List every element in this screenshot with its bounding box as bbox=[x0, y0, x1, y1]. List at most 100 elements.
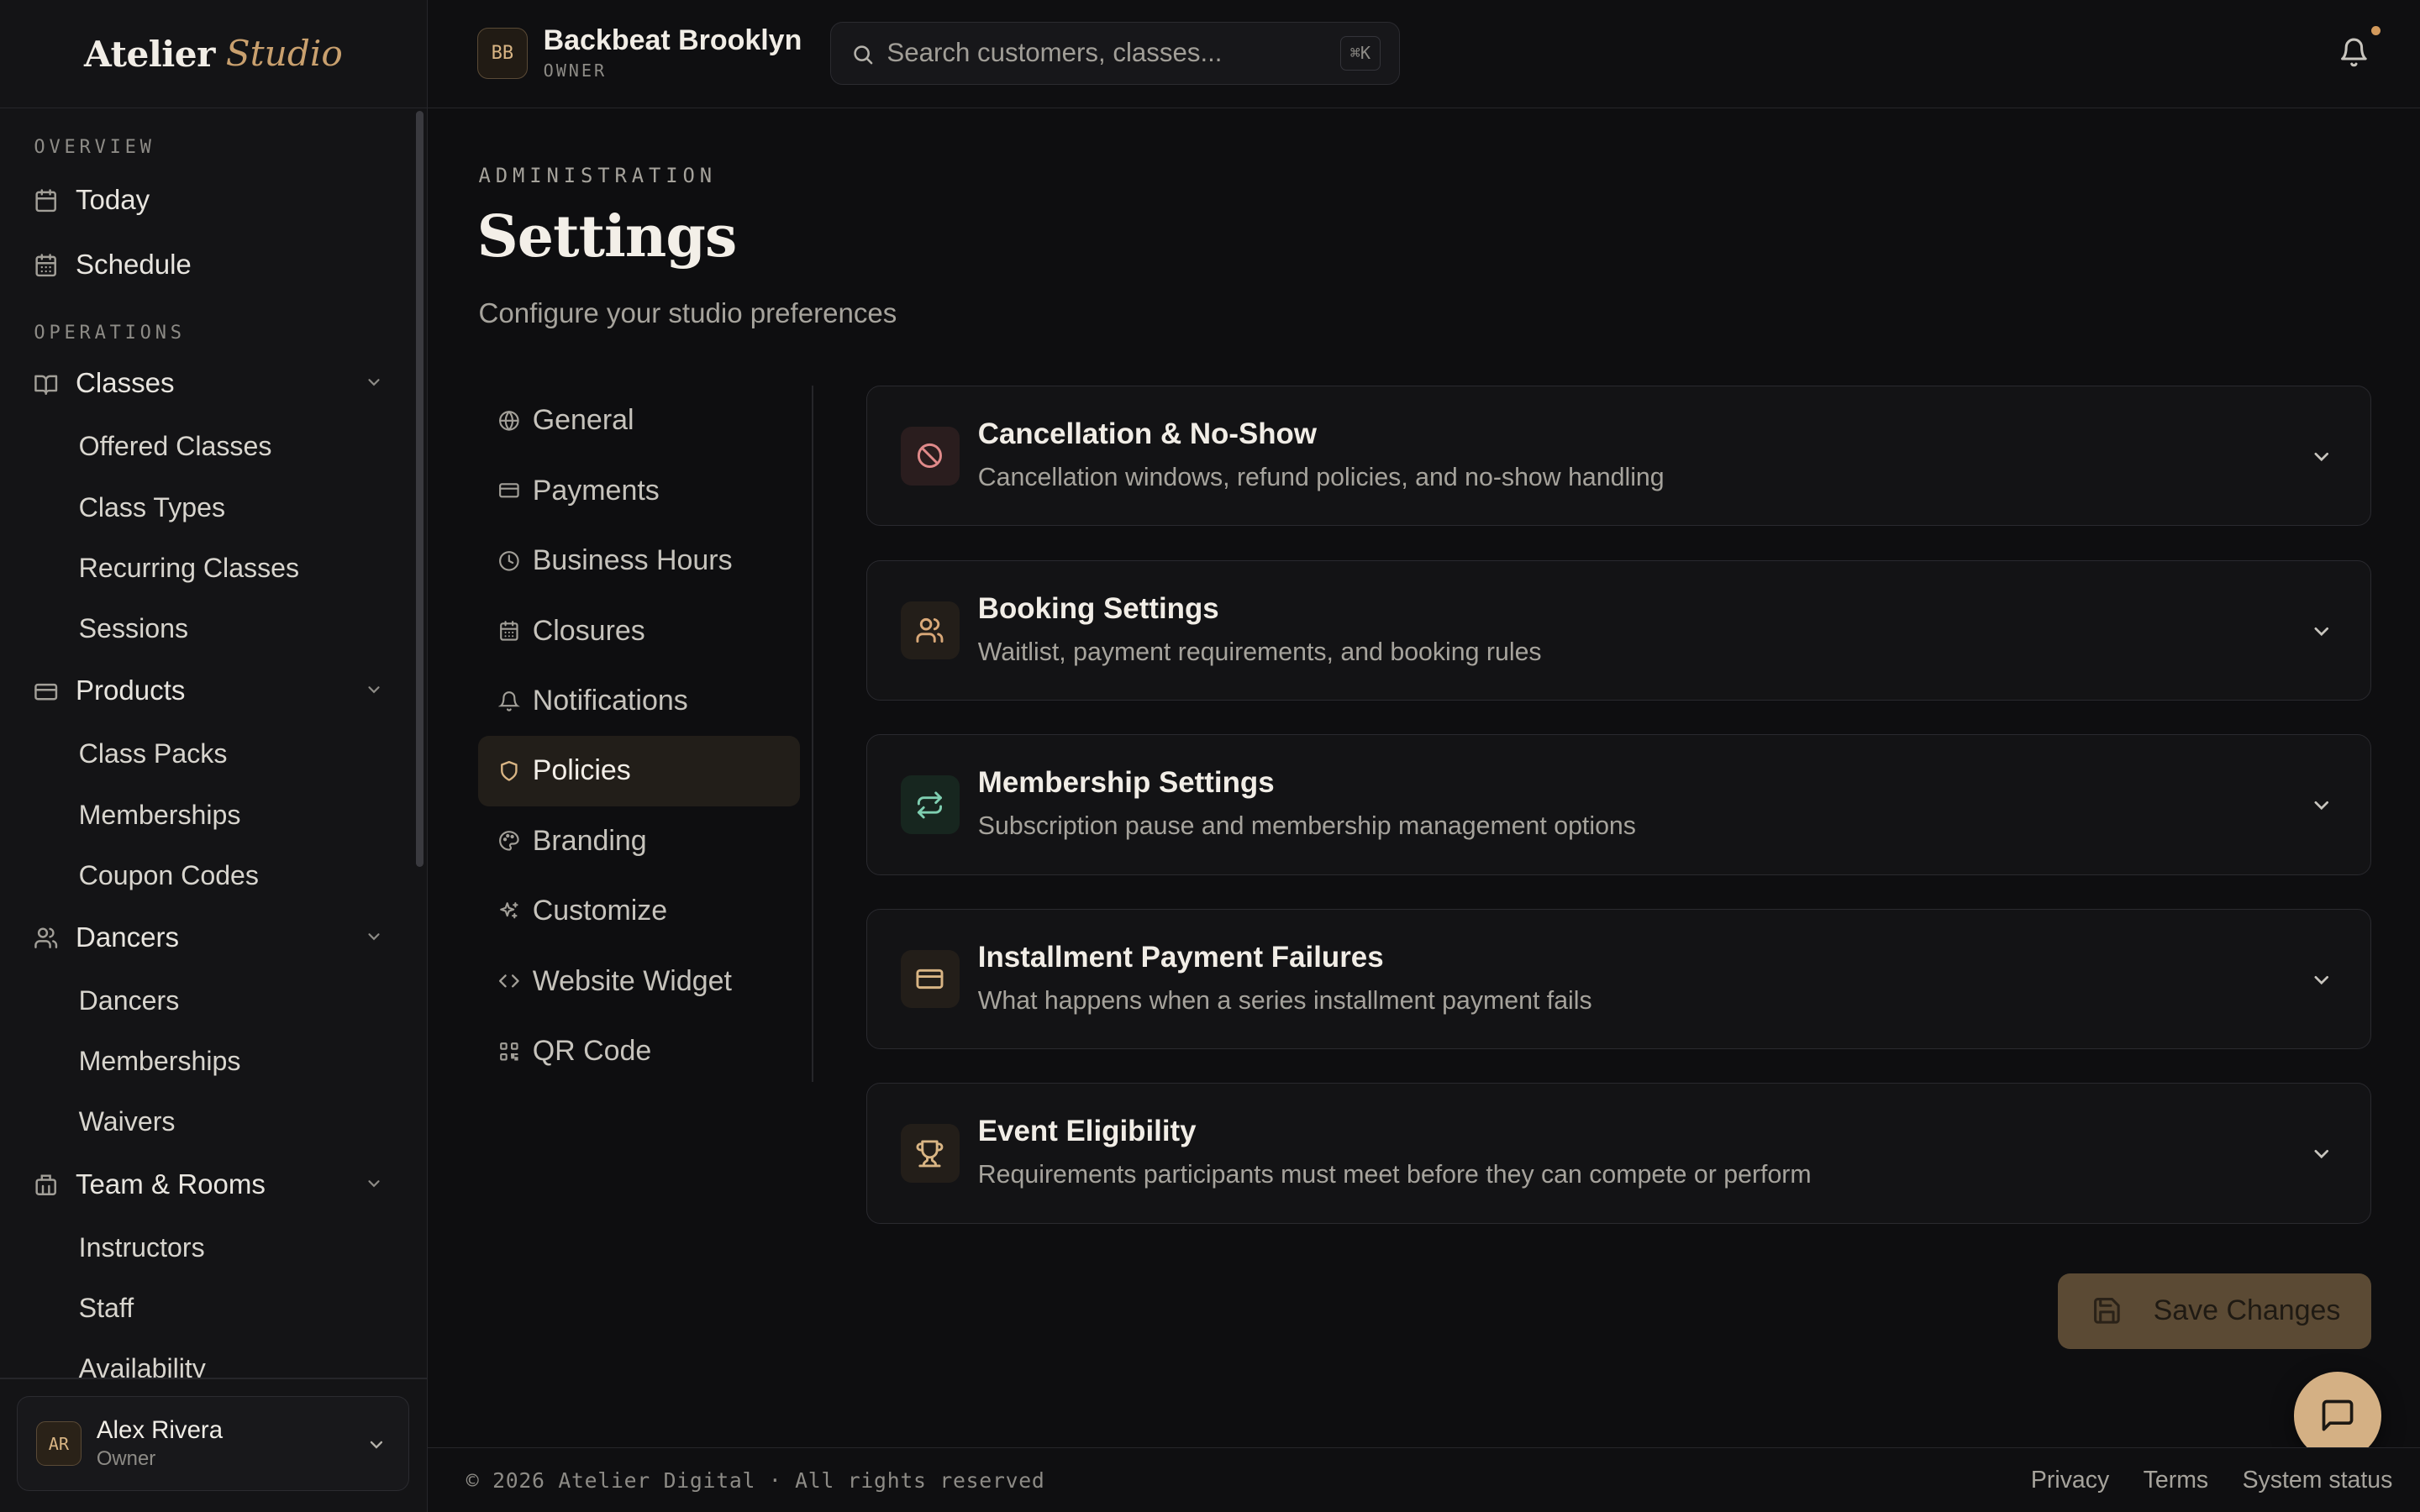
org-name[interactable]: Backbeat Brooklyn bbox=[544, 24, 802, 57]
section-label-overview: OVERVIEW bbox=[34, 137, 155, 159]
sidebar-item-class-packs[interactable]: Class Packs bbox=[34, 724, 413, 785]
credit-card-icon bbox=[34, 683, 58, 700]
policy-card-installment-failures[interactable]: Installment Payment Failures What happen… bbox=[865, 908, 2371, 1050]
sidebar-divider bbox=[0, 1378, 428, 1380]
chevron-down-icon[interactable] bbox=[2310, 1142, 2333, 1166]
chevron-down-icon[interactable] bbox=[2310, 794, 2333, 817]
settings-tab-policies[interactable]: Policies bbox=[478, 736, 800, 806]
sidebar-item-waivers[interactable]: Waivers bbox=[34, 1092, 413, 1152]
search-icon bbox=[854, 45, 873, 64]
calendar-icon bbox=[35, 189, 57, 213]
save-icon bbox=[2094, 1298, 2120, 1324]
sidebar-item-sessions[interactable]: Sessions bbox=[34, 598, 413, 659]
sparkles-icon bbox=[500, 901, 518, 919]
book-open-icon bbox=[34, 375, 58, 395]
sidebar-item-today[interactable]: Today bbox=[34, 168, 382, 233]
sidebar-item-dancers[interactable]: Dancers bbox=[34, 970, 413, 1031]
chevron-down-icon[interactable] bbox=[2310, 969, 2333, 992]
settings-tab-business-hours[interactable]: Business Hours bbox=[478, 526, 799, 596]
settings-tab-label: Policies bbox=[532, 754, 631, 787]
settings-tab-label: Business Hours bbox=[532, 544, 733, 577]
search-shortcut: ⌘K bbox=[1339, 36, 1381, 71]
search-input[interactable] bbox=[886, 22, 1304, 83]
settings-tab-branding[interactable]: Branding bbox=[478, 806, 799, 876]
brand-logo[interactable]: Atelier Studio bbox=[0, 0, 427, 108]
footer-links: Privacy Terms System status bbox=[2031, 1467, 2392, 1494]
sidebar-scrollbar[interactable] bbox=[416, 111, 424, 868]
sidebar-item-schedule[interactable]: Schedule bbox=[34, 233, 382, 297]
chevron-down-icon[interactable] bbox=[2310, 445, 2333, 469]
sidebar-item-availability[interactable]: Availability bbox=[34, 1339, 413, 1378]
page-eyebrow: ADMINISTRATION bbox=[478, 163, 717, 187]
card-icon-wrap bbox=[900, 949, 960, 1009]
save-changes-button[interactable]: Save Changes bbox=[2057, 1273, 2371, 1349]
sidebar-group-dancers[interactable]: Dancers bbox=[34, 906, 382, 970]
users-icon bbox=[916, 617, 944, 643]
card-description: Waitlist, payment requirements, and book… bbox=[977, 638, 1542, 666]
card-icon-wrap bbox=[900, 775, 960, 834]
sidebar-item-offered-classes[interactable]: Offered Classes bbox=[34, 417, 413, 477]
chevron-down-icon bbox=[367, 686, 380, 694]
user-role: Owner bbox=[96, 1447, 156, 1471]
sidebar-item-instructors[interactable]: Instructors bbox=[34, 1217, 413, 1278]
policy-cards: Cancellation & No-Show Cancellation wind… bbox=[865, 386, 2371, 1257]
user-menu[interactable]: AR Alex Rivera Owner bbox=[17, 1396, 409, 1491]
card-title: Booking Settings bbox=[977, 591, 1219, 625]
qr-code-icon bbox=[500, 1042, 518, 1061]
sidebar-item-label: Team & Rooms bbox=[76, 1168, 266, 1200]
card-icon-wrap bbox=[900, 426, 960, 486]
chat-button[interactable] bbox=[2293, 1372, 2382, 1460]
settings-tab-label: Branding bbox=[532, 824, 647, 857]
footer-link-privacy[interactable]: Privacy bbox=[2031, 1467, 2109, 1494]
calendar-grid-icon bbox=[500, 621, 518, 641]
topbar: BB Backbeat Brooklyn OWNER ⌘K bbox=[427, 0, 2420, 108]
sidebar-item-class-types[interactable]: Class Types bbox=[34, 477, 413, 538]
sidebar-group-products[interactable]: Products bbox=[34, 659, 382, 724]
chevron-down-icon bbox=[367, 1179, 380, 1188]
settings-tab-notifications[interactable]: Notifications bbox=[478, 666, 799, 736]
settings-tab-qr-code[interactable]: QR Code bbox=[478, 1016, 799, 1086]
chat-icon bbox=[2322, 1400, 2354, 1431]
settings-tab-label: Notifications bbox=[532, 684, 688, 717]
org-avatar[interactable]: BB bbox=[476, 28, 529, 79]
settings-tab-label: Customize bbox=[532, 895, 668, 927]
settings-tab-payments[interactable]: Payments bbox=[478, 456, 799, 526]
bell-icon bbox=[498, 690, 521, 711]
settings-nav-divider bbox=[812, 386, 814, 1082]
ban-icon bbox=[918, 444, 943, 469]
user-name: Alex Rivera bbox=[96, 1415, 224, 1444]
policy-card-event-eligibility[interactable]: Event Eligibility Requirements participa… bbox=[865, 1083, 2371, 1224]
footer-link-terms[interactable]: Terms bbox=[2144, 1467, 2209, 1494]
settings-tab-label: QR Code bbox=[532, 1034, 652, 1067]
card-description: Subscription pause and membership manage… bbox=[977, 812, 1636, 841]
settings-tab-general[interactable]: General bbox=[478, 386, 799, 455]
card-description: Cancellation windows, refund policies, a… bbox=[977, 464, 1665, 492]
policy-card-booking[interactable]: Booking Settings Waitlist, payment requi… bbox=[865, 559, 2371, 701]
sidebar-item-staff[interactable]: Staff bbox=[34, 1278, 413, 1338]
settings-tab-website-widget[interactable]: Website Widget bbox=[478, 946, 799, 1016]
sidebar-item-dancer-memberships[interactable]: Memberships bbox=[34, 1032, 413, 1092]
chevron-down-icon[interactable] bbox=[2310, 620, 2333, 643]
notification-dot bbox=[2370, 26, 2381, 36]
bell-icon[interactable] bbox=[2338, 37, 2370, 68]
chevron-down-icon bbox=[367, 933, 380, 941]
palette-icon bbox=[499, 831, 519, 852]
sidebar-group-team-rooms[interactable]: Team & Rooms bbox=[34, 1152, 382, 1217]
credit-card-icon bbox=[916, 969, 944, 990]
settings-tab-closures[interactable]: Closures bbox=[478, 596, 799, 665]
page-subtitle: Configure your studio preferences bbox=[478, 297, 897, 329]
sidebar-item-coupon-codes[interactable]: Coupon Codes bbox=[34, 845, 413, 906]
sidebar-group-classes[interactable]: Classes bbox=[34, 352, 382, 417]
sidebar-item-memberships[interactable]: Memberships bbox=[34, 785, 413, 845]
policy-card-membership[interactable]: Membership Settings Subscription pause a… bbox=[865, 734, 2371, 875]
sidebar-item-recurring-classes[interactable]: Recurring Classes bbox=[34, 538, 413, 598]
settings-tab-customize[interactable]: Customize bbox=[478, 876, 799, 946]
sidebar-item-label: Products bbox=[76, 675, 186, 707]
settings-tab-label: Closures bbox=[532, 614, 645, 647]
chevron-down-icon bbox=[367, 379, 380, 386]
policy-card-cancellation[interactable]: Cancellation & No-Show Cancellation wind… bbox=[865, 386, 2371, 527]
card-icon-wrap bbox=[900, 1124, 960, 1184]
brand-name-accent: Studio bbox=[225, 33, 343, 75]
search-box[interactable]: ⌘K bbox=[830, 21, 1401, 86]
footer-link-system-status[interactable]: System status bbox=[2243, 1467, 2393, 1494]
